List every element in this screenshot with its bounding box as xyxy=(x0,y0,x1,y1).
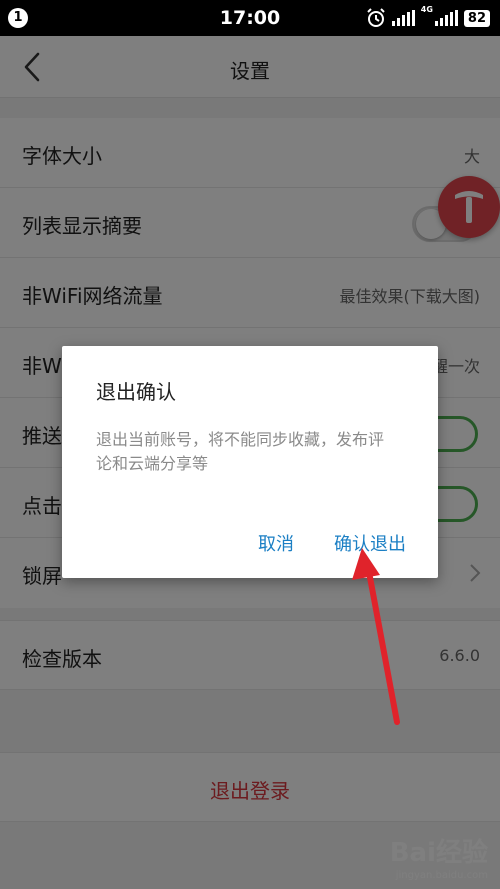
status-bar: 1 17:00 4G 82 xyxy=(0,0,500,36)
status-icons: 4G 82 xyxy=(366,6,490,30)
dialog-message: 退出当前账号，将不能同步收藏，发布评论和云端分享等 xyxy=(96,430,385,473)
dialog-title: 退出确认 xyxy=(96,380,176,404)
cancel-button[interactable]: 取消 xyxy=(258,530,294,556)
signal-strength-icon xyxy=(391,10,415,26)
signal-strength-icon xyxy=(434,10,458,26)
logout-confirm-dialog: 退出确认 退出当前账号，将不能同步收藏，发布评论和云端分享等 取消 确认退出 xyxy=(62,346,438,578)
network-type-label: 4G xyxy=(420,5,433,14)
alarm-icon xyxy=(367,8,385,27)
confirm-logout-button[interactable]: 确认退出 xyxy=(334,530,406,556)
battery-indicator: 82 xyxy=(463,9,490,27)
